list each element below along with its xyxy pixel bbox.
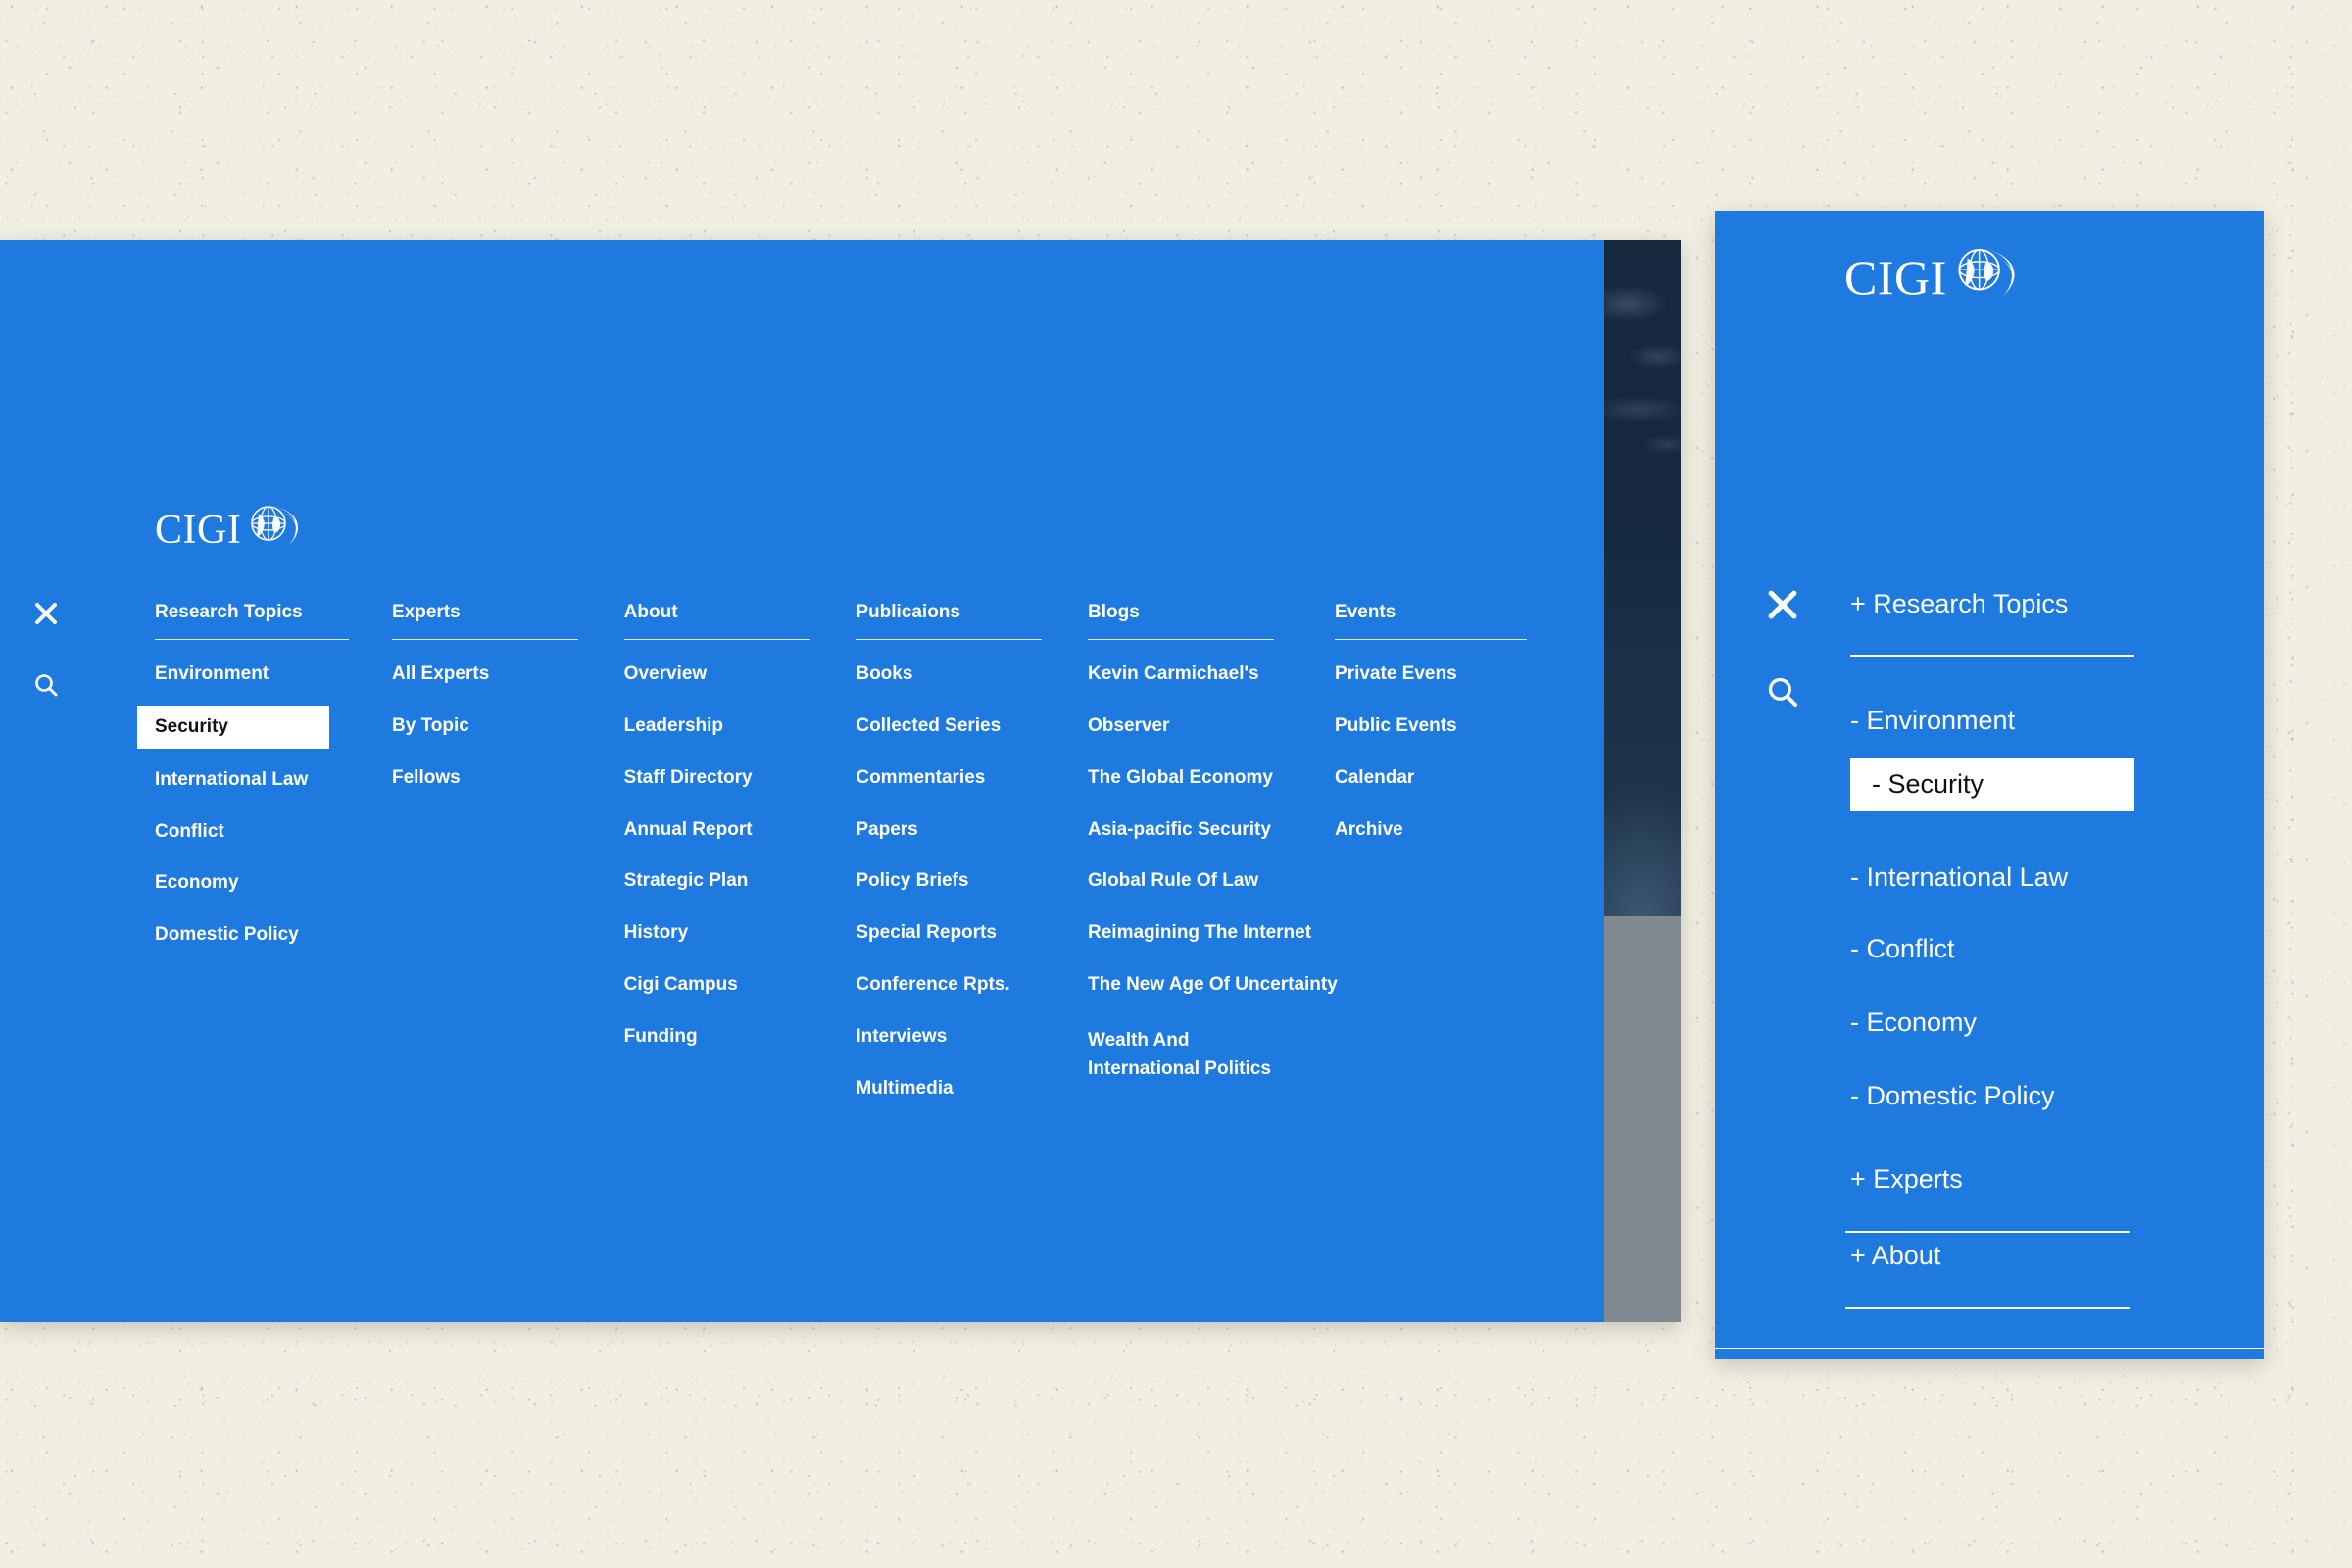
mobile-menu-item-research-topics[interactable]: + Research Topics (1850, 591, 2068, 617)
mobile-footer-divider (1715, 1348, 2264, 1349)
menu-item-conflict[interactable]: Conflict (155, 821, 349, 843)
column-heading: Publicaions (856, 602, 960, 622)
menu-item-fellows[interactable]: Fellows (392, 767, 581, 789)
column-heading: Events (1335, 602, 1396, 622)
menu-item-domestic-policy[interactable]: Domestic Policy (155, 924, 349, 946)
menu-item-archive[interactable]: Archive (1335, 819, 1527, 841)
menu-column-experts: Experts All Experts By Topic Fellows (392, 603, 581, 1130)
globe-swoosh-icon (245, 503, 306, 557)
mobile-menu-item-domestic-policy[interactable]: - Domestic Policy (1850, 1083, 2055, 1109)
column-heading: Research Topics (155, 602, 303, 622)
menu-item-environment[interactable]: Environment (155, 663, 349, 685)
site-logo[interactable]: CIGI (155, 503, 306, 557)
menu-item-kevin-carmichaels[interactable]: Kevin Carmichael's (1088, 663, 1305, 685)
menu-item-interviews[interactable]: Interviews (856, 1026, 1045, 1048)
close-icon[interactable] (33, 601, 59, 631)
menu-item-commentaries[interactable]: Commentaries (856, 767, 1045, 789)
mobile-divider-research-topics (1850, 655, 2134, 657)
menu-item-collected-series[interactable]: Collected Series (856, 715, 1045, 737)
column-rule (623, 639, 810, 640)
column-rule (856, 639, 1043, 640)
hero-photo-strip (1604, 240, 1681, 916)
menu-item-conference-reports[interactable]: Conference Rpts. (856, 974, 1045, 996)
mobile-menu-list: + Research Topics - Environment - Securi… (1715, 211, 2264, 1359)
mobile-menu-item-about[interactable]: + About (1850, 1243, 1940, 1269)
menu-column-blogs: Blogs Kevin Carmichael's Observer The Gl… (1088, 602, 1338, 1130)
hero-gray-strip (1604, 916, 1681, 1322)
menu-item-by-topic[interactable]: By Topic (392, 715, 581, 737)
menu-column-events: Events Private Evens Public Events Calen… (1335, 602, 1528, 1130)
column-heading: About (623, 602, 678, 622)
mobile-menu-item-international-law[interactable]: - International Law (1850, 864, 2068, 891)
menu-item-observer[interactable]: Observer (1088, 715, 1305, 737)
search-icon[interactable] (33, 672, 59, 703)
menu-item-reimagining-the-internet[interactable]: Reimagining The Internet (1088, 922, 1311, 944)
menu-item-the-global-economy[interactable]: The Global Economy (1088, 767, 1305, 789)
desktop-mega-menu-panel: CIGI Research Topics Environment Securit… (0, 240, 1681, 1322)
mobile-divider-experts (1845, 1231, 2130, 1233)
column-heading: Experts (392, 602, 461, 622)
column-rule (155, 639, 349, 640)
menu-item-multimedia[interactable]: Multimedia (856, 1078, 1045, 1100)
menu-item-funding[interactable]: Funding (624, 1026, 813, 1048)
menu-column-about: About Overview Leadership Staff Director… (623, 602, 813, 1130)
menu-item-calendar[interactable]: Calendar (1335, 767, 1527, 789)
menu-item-books[interactable]: Books (856, 663, 1045, 685)
menu-item-asia-pacific-security[interactable]: Asia-pacific Security (1088, 819, 1305, 841)
menu-item-international-law[interactable]: International Law (155, 769, 349, 791)
mobile-menu-item-environment[interactable]: - Environment (1850, 708, 2015, 734)
menu-column-publications: Publicaions Books Collected Series Comme… (856, 603, 1045, 1130)
menu-item-global-rule-of-law[interactable]: Global Rule Of Law (1088, 870, 1305, 892)
menu-item-the-new-age-of-uncertainty[interactable]: The New Age Of Uncertainty (1088, 974, 1338, 996)
mobile-divider-about (1845, 1307, 2130, 1309)
menu-item-history[interactable]: History (624, 922, 813, 944)
logo-wordmark: CIGI (155, 507, 242, 553)
menu-column-research-topics: Research Topics Environment Security Int… (137, 602, 349, 1130)
mobile-menu-item-economy[interactable]: - Economy (1850, 1009, 1977, 1036)
mobile-menu-panel: CIGI + Research Topics - Environment - S… (1715, 211, 2264, 1359)
menu-item-annual-report[interactable]: Annual Report (624, 819, 813, 841)
menu-item-wealth-and-international-politics[interactable]: Wealth And International Politics (1088, 1026, 1284, 1084)
menu-item-staff-directory[interactable]: Staff Directory (624, 767, 813, 789)
column-rule (1088, 639, 1275, 640)
mobile-menu-item-conflict[interactable]: - Conflict (1850, 936, 1955, 962)
menu-item-papers[interactable]: Papers (856, 819, 1045, 841)
menu-item-public-events[interactable]: Public Events (1335, 715, 1527, 737)
menu-item-leadership[interactable]: Leadership (624, 715, 813, 737)
menu-item-cigi-campus[interactable]: Cigi Campus (624, 974, 813, 996)
menu-item-special-reports[interactable]: Special Reports (856, 922, 1045, 944)
column-rule (1335, 639, 1528, 640)
desktop-side-controls (33, 601, 59, 703)
column-heading: Blogs (1088, 602, 1140, 622)
mobile-menu-item-experts[interactable]: + Experts (1850, 1166, 1963, 1193)
menu-item-private-events[interactable]: Private Evens (1335, 663, 1527, 685)
menu-item-overview[interactable]: Overview (624, 663, 813, 685)
menu-item-security[interactable]: Security (137, 705, 329, 749)
mega-menu-columns: Research Topics Environment Security Int… (137, 602, 1528, 1130)
column-rule (392, 639, 578, 640)
menu-item-strategic-plan[interactable]: Strategic Plan (624, 870, 813, 892)
mobile-menu-item-security[interactable]: - Security (1850, 758, 2134, 811)
menu-item-economy[interactable]: Economy (155, 872, 349, 894)
menu-item-all-experts[interactable]: All Experts (392, 663, 581, 685)
menu-item-policy-briefs[interactable]: Policy Briefs (856, 870, 1045, 892)
